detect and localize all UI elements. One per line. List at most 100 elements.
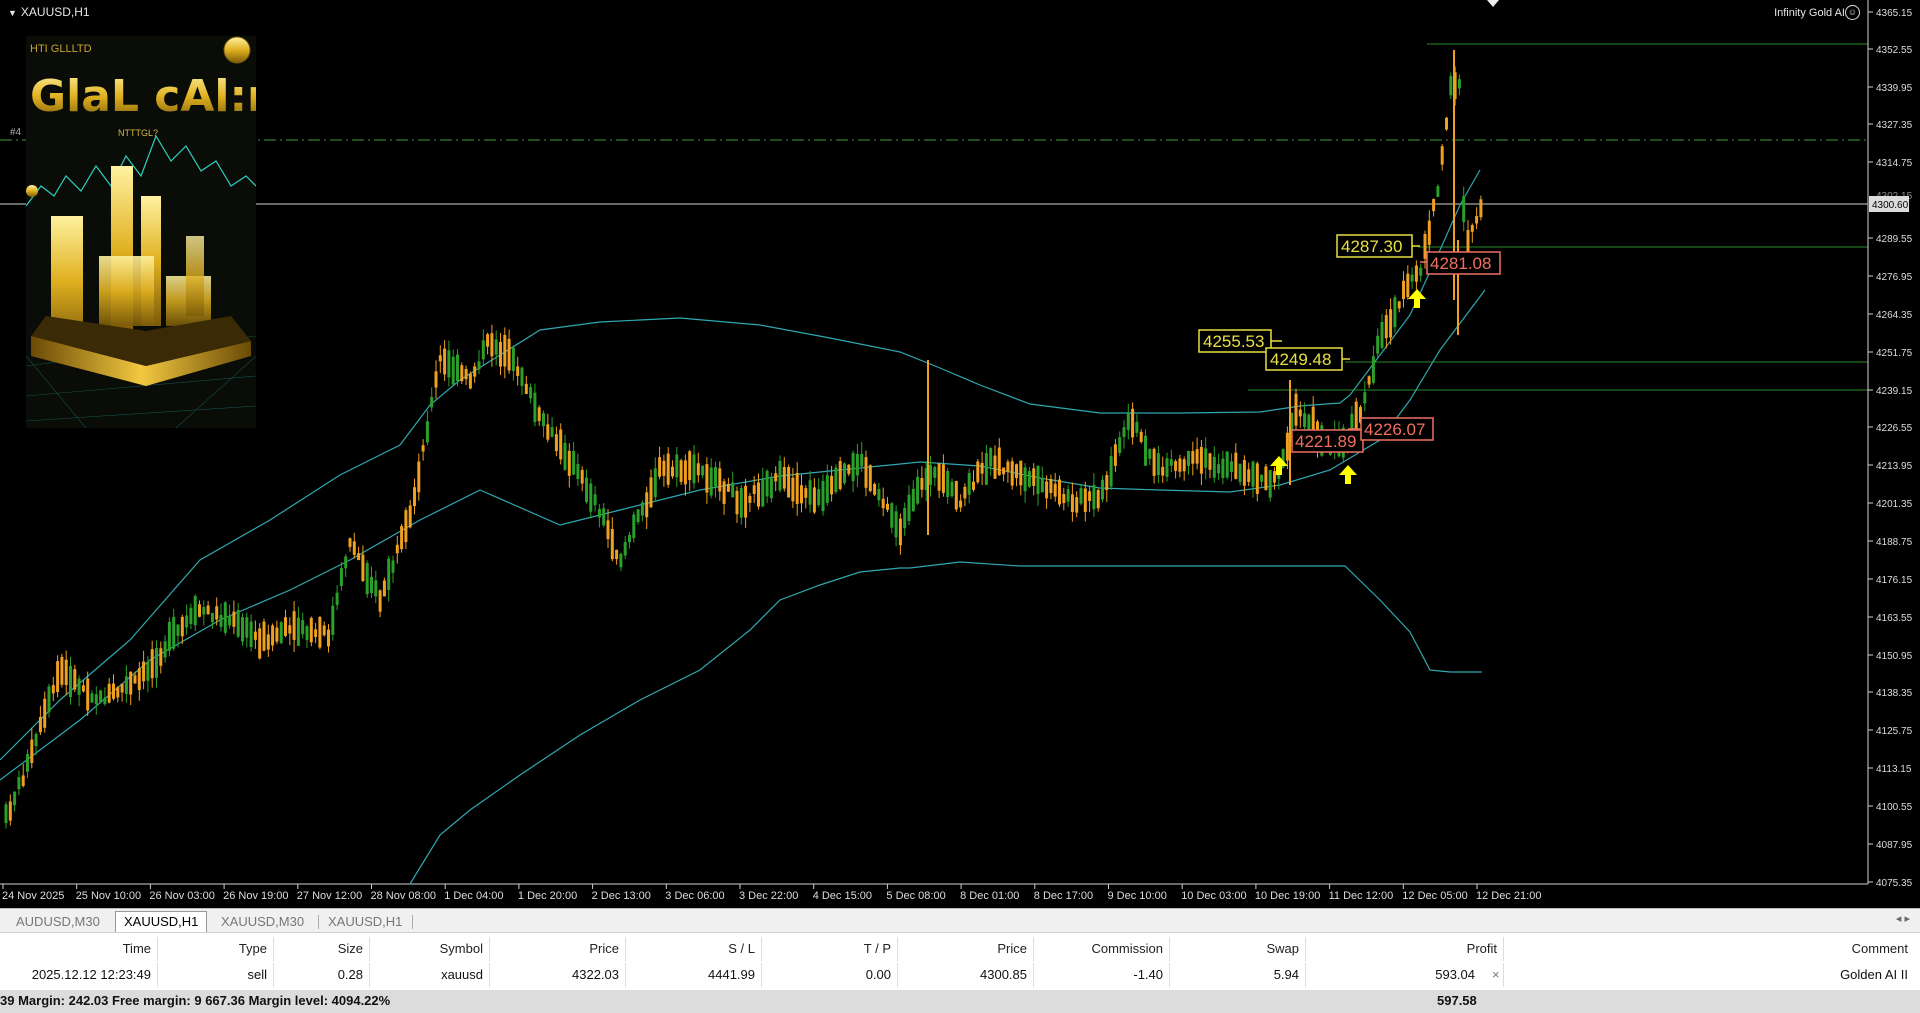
candle-body [137,668,141,690]
chart-shift-marker-icon[interactable] [1487,0,1499,7]
candle-body [1234,452,1238,479]
candle-body [1062,494,1066,504]
candle-body [645,492,649,518]
col-stop-loss[interactable]: S / L [626,937,762,961]
candle-body [30,739,34,764]
candle-body [1376,335,1380,354]
col-symbol[interactable]: Symbol [370,937,490,961]
candle-body [855,453,859,476]
candle-body [245,617,249,638]
candle-body [305,626,309,640]
candle-body [408,505,412,528]
candle-body [739,487,743,518]
candle-body [907,494,911,521]
candle-body [675,454,679,478]
thumbnail-sub-text: NTTTGL? [118,128,158,138]
candle-body [1036,465,1040,495]
trade-table-header: Time Type Size Symbol Price S / L T / P … [0,937,1920,962]
close-position-icon[interactable]: × [1492,967,1500,982]
candle-body [1371,356,1375,383]
candle-body [946,471,950,498]
candle-body [258,628,262,659]
candle-body [1264,466,1268,490]
candle-body [563,442,567,470]
candle-body [322,625,326,636]
candle-body [1389,309,1393,338]
tab-xauusd-m30[interactable]: XAUUSD,M30 [213,912,312,932]
col-current-price[interactable]: Price [898,937,1034,961]
candle-body [546,424,550,440]
price-axis-label: 4188.75 [1876,537,1913,548]
col-take-profit[interactable]: T / P [762,937,898,961]
buy-label-4249-text: 4249.48 [1270,350,1331,369]
candle-body [21,775,25,787]
candle-body [81,685,85,692]
candle-body [709,467,713,496]
candle-body [550,427,554,437]
time-axis-label: 24 Nov 2025 [2,890,64,902]
col-commission[interactable]: Commission [1034,937,1170,961]
candle-body [640,502,644,516]
price-axis-label: 4314.75 [1876,158,1913,169]
tab-xauusd-h1-active[interactable]: XAUUSD,H1 [115,911,208,932]
tab-scroll-arrows-icon[interactable]: ◂ ▸ [1896,912,1910,925]
cell-time: 2025.12.12 12:23:49 [0,963,158,987]
tab-xauusd-h1[interactable]: XAUUSD,H1 [320,912,410,932]
candle-body [1423,233,1427,259]
candle-body [404,510,408,543]
candle-body [1010,461,1014,486]
candle-body [473,366,477,377]
candle-body [1367,376,1371,385]
candle-body [206,605,210,615]
buy-label-4287-text: 4287.30 [1341,237,1402,256]
price-axis-label: 4239.15 [1876,386,1913,397]
candle-body [585,477,588,503]
col-open-price[interactable]: Price [490,937,626,961]
chart-canvas[interactable]: 4365.15 4352.55 4339.95 4327.35 4314.75 4289.… [0,0,1920,908]
col-type[interactable]: Type [158,937,274,961]
candle-body [671,466,674,477]
candle-body [395,544,399,554]
candle-body [821,480,825,512]
candle-body [1414,265,1418,282]
candle-body [1058,479,1061,505]
candle-body [1363,392,1367,404]
chart-menu-triangle-icon[interactable]: ▼ [8,8,17,18]
col-time[interactable]: Time [0,937,158,961]
band-lower-line [909,561,1482,673]
table-row[interactable]: 2025.12.12 12:23:49 sell 0.28 xauusd 432… [0,963,1920,988]
candle-body [1427,220,1431,245]
col-swap[interactable]: Swap [1170,937,1306,961]
candle-body [1079,488,1083,504]
candle-body [847,464,851,474]
candle-body [348,538,352,547]
candle-body [425,421,429,443]
col-size[interactable]: Size [274,937,370,961]
tab-audusd-m30[interactable]: AUDUSD,M30 [8,912,108,932]
candle-body [155,648,158,678]
smiley-icon[interactable]: ☺ [1845,5,1860,20]
candle-body [696,463,700,476]
price-chart[interactable]: 4365.15 4352.55 4339.95 4327.35 4314.75 4289.… [0,0,1920,908]
candle-body [266,634,270,650]
candle-body [993,455,997,479]
candle-body [241,617,244,642]
price-axis-label: 4352.55 [1876,45,1913,56]
candle-body [537,407,541,421]
candle-body [1470,225,1474,232]
candle-body [1122,427,1126,438]
candle-body [597,508,601,518]
candle-body [714,467,717,487]
candle-body [615,549,619,560]
candle-body [572,451,576,475]
chart-symbol-title[interactable]: ▼ XAUUSD,H1 [8,5,90,19]
candle-body [920,478,924,490]
candle-body [468,373,472,389]
col-profit[interactable]: Profit [1306,937,1504,961]
candle-body [1152,448,1156,476]
candle-body [43,698,47,728]
candle-body [90,693,94,703]
col-comment[interactable]: Comment [1504,937,1914,961]
candle-body [636,509,640,523]
candle-body [318,617,322,648]
